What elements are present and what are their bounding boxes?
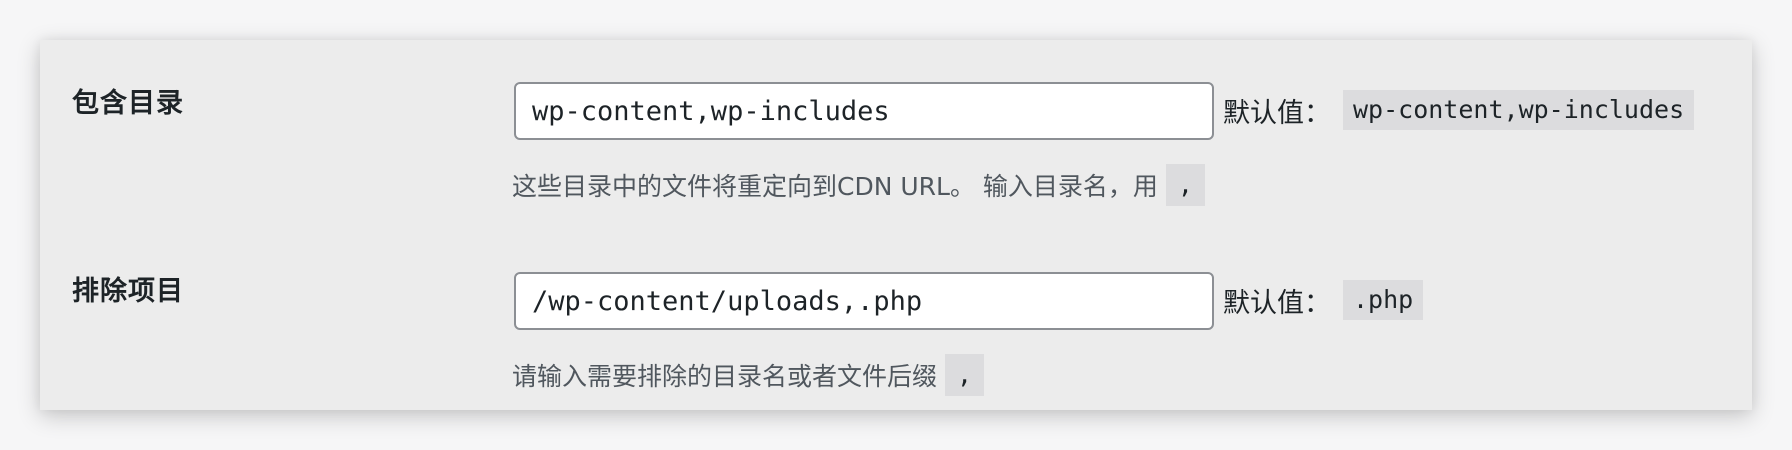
exclude-items-default: 默认值： .php — [1223, 280, 1424, 320]
default-value-code: wp-content,wp-includes — [1343, 90, 1695, 130]
default-value-label: 默认值： — [1223, 97, 1331, 129]
exclude-items-label: 排除项目 — [72, 276, 184, 307]
exclude-items-description: 请输入需要排除的目录名或者文件后缀 , — [512, 352, 985, 398]
settings-panel: 包含目录 默认值： wp-content,wp-includes 这些目录中的文… — [40, 40, 1752, 410]
include-dirs-description: 这些目录中的文件将重定向到CDN URL。 输入目录名，用 , — [512, 162, 1205, 208]
include-dirs-default: 默认值： wp-content,wp-includes — [1223, 90, 1695, 130]
default-value-code: .php — [1343, 280, 1424, 320]
include-dirs-input[interactable] — [514, 82, 1214, 140]
separator-code: , — [945, 354, 985, 396]
separator-code: , — [1165, 164, 1205, 206]
description-text: 这些目录中的文件将重定向到CDN URL。 输入目录名，用 — [512, 172, 1158, 201]
description-text: 请输入需要排除的目录名或者文件后缀 — [512, 362, 938, 391]
include-dirs-label: 包含目录 — [72, 88, 184, 119]
default-value-label: 默认值： — [1223, 287, 1331, 319]
include-dirs-row: 包含目录 默认值： wp-content,wp-includes 这些目录中的文… — [40, 40, 1752, 230]
exclude-items-input[interactable] — [514, 272, 1214, 330]
exclude-items-row: 排除项目 默认值： .php 请输入需要排除的目录名或者文件后缀 , — [40, 230, 1752, 410]
